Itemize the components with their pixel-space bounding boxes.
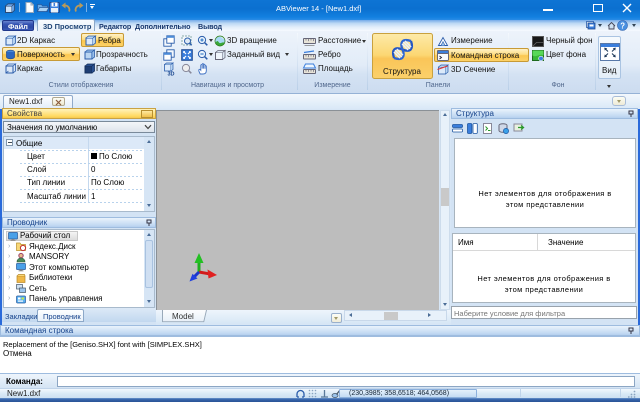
svg-text:?: ?: [620, 21, 625, 30]
svg-text:3D: 3D: [168, 72, 175, 78]
